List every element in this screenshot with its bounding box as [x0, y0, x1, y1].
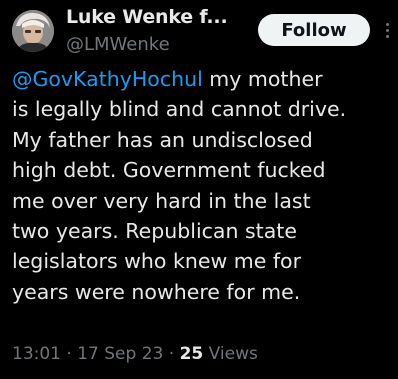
tweet-line: legislators who knew me for	[12, 249, 302, 274]
views-count[interactable]: 25	[180, 344, 204, 364]
tweet-meta: 13:01 · 17 Sep 23 · 25 Views	[12, 344, 258, 364]
tweet-card: Luke Wenke f... @LMWenke Follow @GovKath…	[0, 0, 398, 379]
tweet-line: two years. Republican state	[12, 219, 297, 244]
tweet-line: years were nowhere for me.	[12, 279, 301, 304]
tweet-line-text: my mother	[202, 67, 323, 91]
tweet-date[interactable]: 17 Sep 23	[77, 344, 163, 364]
tweet-time[interactable]: 13:01	[12, 344, 61, 364]
avatar-image	[12, 10, 54, 52]
author-display-name[interactable]: Luke Wenke f...	[66, 6, 228, 28]
tweet-line: high debt. Government fucked	[12, 158, 326, 183]
views-label: Views	[203, 344, 258, 364]
avatar[interactable]	[12, 10, 54, 52]
meta-separator: ·	[61, 344, 78, 364]
meta-separator: ·	[163, 344, 180, 364]
tweet-line: @GovKathyHochul my mother	[12, 64, 392, 94]
author-handle[interactable]: @LMWenke	[66, 34, 170, 55]
tweet-text: @GovKathyHochul my mother is legally bli…	[12, 64, 392, 307]
more-vertical-icon[interactable]	[380, 18, 394, 42]
mention-link[interactable]: @GovKathyHochul	[12, 67, 203, 91]
more-dot	[385, 22, 389, 26]
tweet-line: is legally blind and cannot drive.	[12, 97, 347, 122]
more-dot	[385, 34, 389, 38]
tweet-line: me over very hard in the last	[12, 188, 311, 213]
follow-button[interactable]: Follow	[258, 14, 370, 46]
tweet-line: My father has an undisclosed	[12, 127, 313, 152]
more-dot	[385, 28, 389, 32]
